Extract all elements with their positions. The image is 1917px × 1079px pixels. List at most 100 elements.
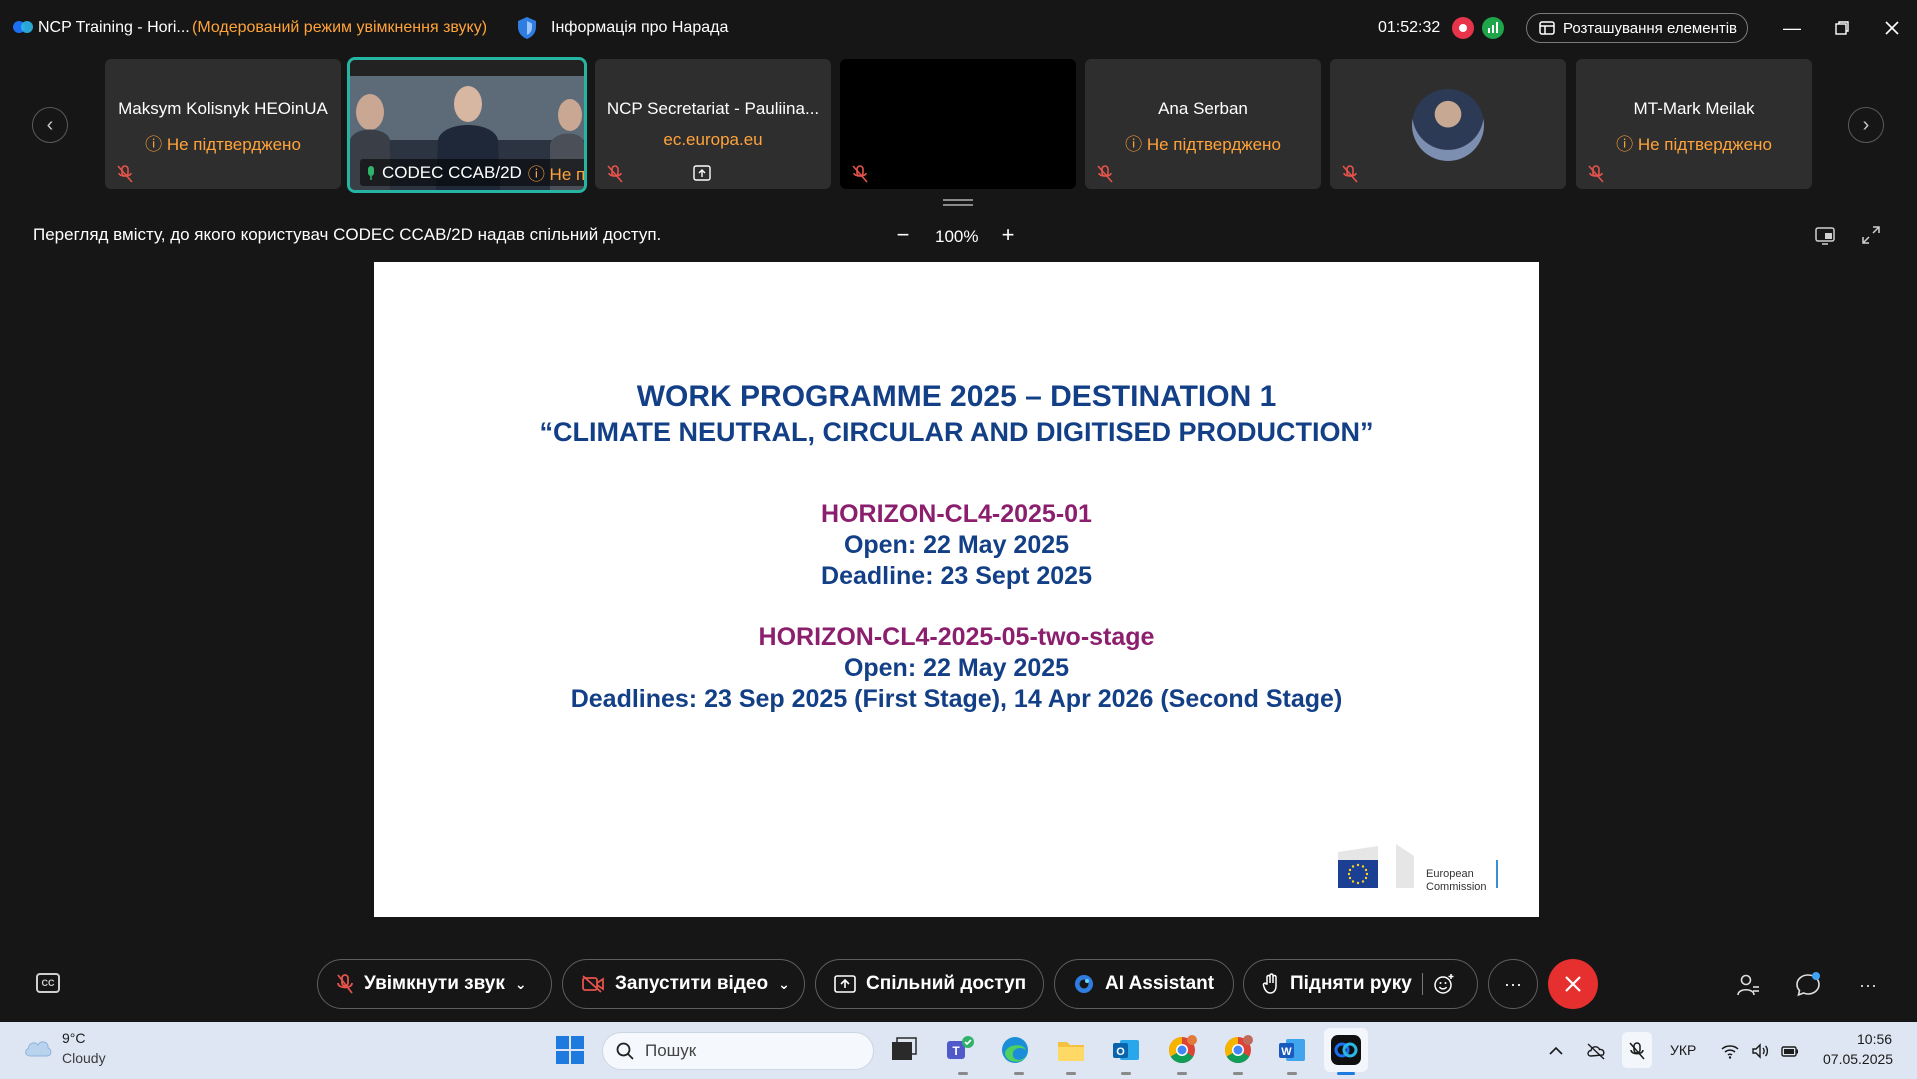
- divider: [1421, 973, 1423, 995]
- layout-icon: [1539, 21, 1555, 35]
- chrome-profile-icon[interactable]: [1222, 1034, 1254, 1066]
- chevron-up-icon[interactable]: [1546, 1041, 1566, 1061]
- mic-muted-icon: [1342, 165, 1358, 183]
- task-view-icon[interactable]: [888, 1034, 920, 1066]
- participant-tile[interactable]: Ana Serban ⓘ Не підтверджено: [1085, 59, 1321, 189]
- taskbar-search[interactable]: Пошук: [602, 1032, 874, 1070]
- strip-next-arrow[interactable]: ›: [1848, 107, 1884, 143]
- participant-name: Maksym Kolisnyk HEOinUA: [118, 99, 328, 118]
- reactions-icon[interactable]: [1433, 973, 1455, 995]
- chat-icon[interactable]: [1793, 970, 1823, 1000]
- running-indicator: [1287, 1072, 1297, 1075]
- unmute-label: Увімкнути звук: [364, 973, 505, 994]
- mic-muted-icon: [117, 165, 133, 183]
- mic-on-icon: [368, 165, 374, 180]
- strip-prev-arrow[interactable]: ‹: [32, 107, 68, 143]
- title-bar: NCP Training - Hori... (Модерований режи…: [0, 0, 1917, 56]
- ai-assistant-icon: [1075, 975, 1093, 993]
- unmute-button[interactable]: Увімкнути звук ⌄: [317, 959, 552, 1009]
- participant-name: Ana Serban: [1158, 99, 1248, 118]
- windows-taskbar: 9°C Cloudy Пошук T O W УКР 10:56 07.05.2…: [0, 1022, 1917, 1079]
- participant-status: ⓘ Не підтверджено: [527, 165, 586, 184]
- share-button[interactable]: Спільний доступ: [815, 959, 1044, 1009]
- slide-title-line2: “CLIMATE NEUTRAL, CIRCULAR AND DIGITISED…: [539, 417, 1374, 447]
- participant-avatar: [1412, 89, 1484, 161]
- call1-deadline: Deadline: 23 Sept 2025: [821, 562, 1092, 590]
- clock-date[interactable]: 07.05.2025: [1823, 1051, 1893, 1067]
- participant-tile[interactable]: [840, 59, 1076, 189]
- participant-status: ⓘ Не підтверджено: [145, 135, 301, 154]
- onedrive-offline-icon[interactable]: [1586, 1041, 1606, 1061]
- outlook-icon[interactable]: O: [1110, 1034, 1142, 1066]
- closed-captions-button[interactable]: CC: [36, 973, 60, 993]
- zoom-out-button[interactable]: −: [893, 222, 913, 248]
- clock-time[interactable]: 10:56: [1857, 1031, 1892, 1047]
- ai-assistant-button[interactable]: AI Assistant: [1054, 959, 1234, 1009]
- network-health-icon[interactable]: [1482, 17, 1504, 39]
- call2-deadline: Deadlines: 23 Sep 2025 (First Stage), 14…: [570, 685, 1343, 713]
- edge-icon[interactable]: [999, 1034, 1031, 1066]
- minimize-icon[interactable]: —: [1777, 14, 1807, 42]
- fullscreen-icon[interactable]: [1860, 224, 1882, 246]
- close-icon[interactable]: [1877, 14, 1907, 42]
- raise-hand-button[interactable]: Підняти руку: [1243, 959, 1478, 1009]
- teams-icon[interactable]: T: [944, 1034, 976, 1066]
- file-explorer-icon[interactable]: [1055, 1034, 1087, 1066]
- volume-icon[interactable]: [1750, 1041, 1770, 1061]
- participant-domain: ec.europa.eu: [663, 130, 763, 149]
- running-indicator: [958, 1072, 968, 1075]
- chrome-icon[interactable]: [1166, 1034, 1198, 1066]
- zoom-level[interactable]: 100%: [935, 227, 978, 247]
- close-icon: [1565, 976, 1581, 992]
- chevron-down-icon[interactable]: ⌄: [778, 976, 790, 993]
- app-title: NCP Training - Hori...: [38, 19, 190, 36]
- search-placeholder: Пошук: [645, 1041, 697, 1060]
- active-indicator: [1337, 1072, 1355, 1075]
- participant-status: ⓘ Не підтверджено: [1616, 135, 1772, 154]
- battery-icon[interactable]: [1780, 1041, 1800, 1061]
- slide-title-line1: WORK PROGRAMME 2025 – DESTINATION 1: [636, 380, 1277, 413]
- participant-status: ⓘ Не підтверджено: [1125, 135, 1281, 154]
- participant-name: CODEC CCAB/2D: [382, 162, 522, 182]
- raise-hand-label: Підняти руку: [1290, 973, 1412, 994]
- leave-meeting-button[interactable]: [1548, 959, 1598, 1009]
- wifi-icon[interactable]: [1720, 1041, 1740, 1061]
- screen-share-icon: [693, 165, 711, 181]
- participants-icon[interactable]: [1733, 970, 1763, 1000]
- participant-name: MT-Mark Meilak: [1633, 99, 1755, 118]
- participant-tile[interactable]: [1330, 59, 1566, 189]
- weather-temperature[interactable]: 9°C: [62, 1030, 86, 1046]
- share-screen-icon: [834, 975, 856, 993]
- hand-icon: [1262, 973, 1277, 994]
- chevron-down-icon[interactable]: ⌄: [515, 976, 527, 993]
- meeting-info-link[interactable]: Інформація про Нарада: [551, 19, 728, 37]
- participant-tile[interactable]: NCP Secretariat - Pauliina... ec.europa.…: [595, 59, 831, 189]
- weather-description[interactable]: Cloudy: [62, 1050, 106, 1066]
- more-panels-icon[interactable]: ···: [1853, 970, 1883, 1000]
- cloud-icon[interactable]: [22, 1036, 54, 1058]
- layout-button[interactable]: Розташування елементів: [1526, 13, 1748, 43]
- pop-out-icon[interactable]: [1814, 224, 1836, 246]
- running-indicator: [1014, 1072, 1024, 1075]
- participant-tile[interactable]: MT-Mark Meilak ⓘ Не підтверджено: [1576, 59, 1812, 189]
- strip-resize-handle[interactable]: [943, 199, 973, 206]
- meeting-timer: 01:52:32: [1378, 19, 1441, 36]
- shield-icon[interactable]: [516, 16, 538, 40]
- windows-start-icon[interactable]: [554, 1034, 586, 1066]
- zoom-in-button[interactable]: +: [998, 222, 1018, 248]
- mic-muted-icon: [852, 165, 868, 183]
- restore-icon[interactable]: [1827, 14, 1857, 42]
- more-options-button[interactable]: ···: [1488, 959, 1538, 1009]
- mic-muted-icon: [1097, 165, 1113, 183]
- word-icon[interactable]: W: [1276, 1034, 1308, 1066]
- start-video-button[interactable]: Запустити відео ⌄: [562, 959, 805, 1009]
- svg-text:T: T: [952, 1044, 960, 1058]
- running-indicator: [1066, 1072, 1076, 1075]
- svg-text:O: O: [1116, 1046, 1125, 1058]
- recording-icon[interactable]: [1452, 17, 1474, 39]
- input-language[interactable]: УКР: [1670, 1042, 1696, 1058]
- participant-tile-video[interactable]: CODEC CCAB/2D ⓘ Не підтверджено: [347, 57, 587, 193]
- participant-tile[interactable]: Maksym Kolisnyk HEOinUA ⓘ Не підтверджен…: [105, 59, 341, 189]
- mic-muted-tray-icon[interactable]: [1627, 1041, 1647, 1061]
- webex-taskbar-icon[interactable]: [1330, 1034, 1362, 1066]
